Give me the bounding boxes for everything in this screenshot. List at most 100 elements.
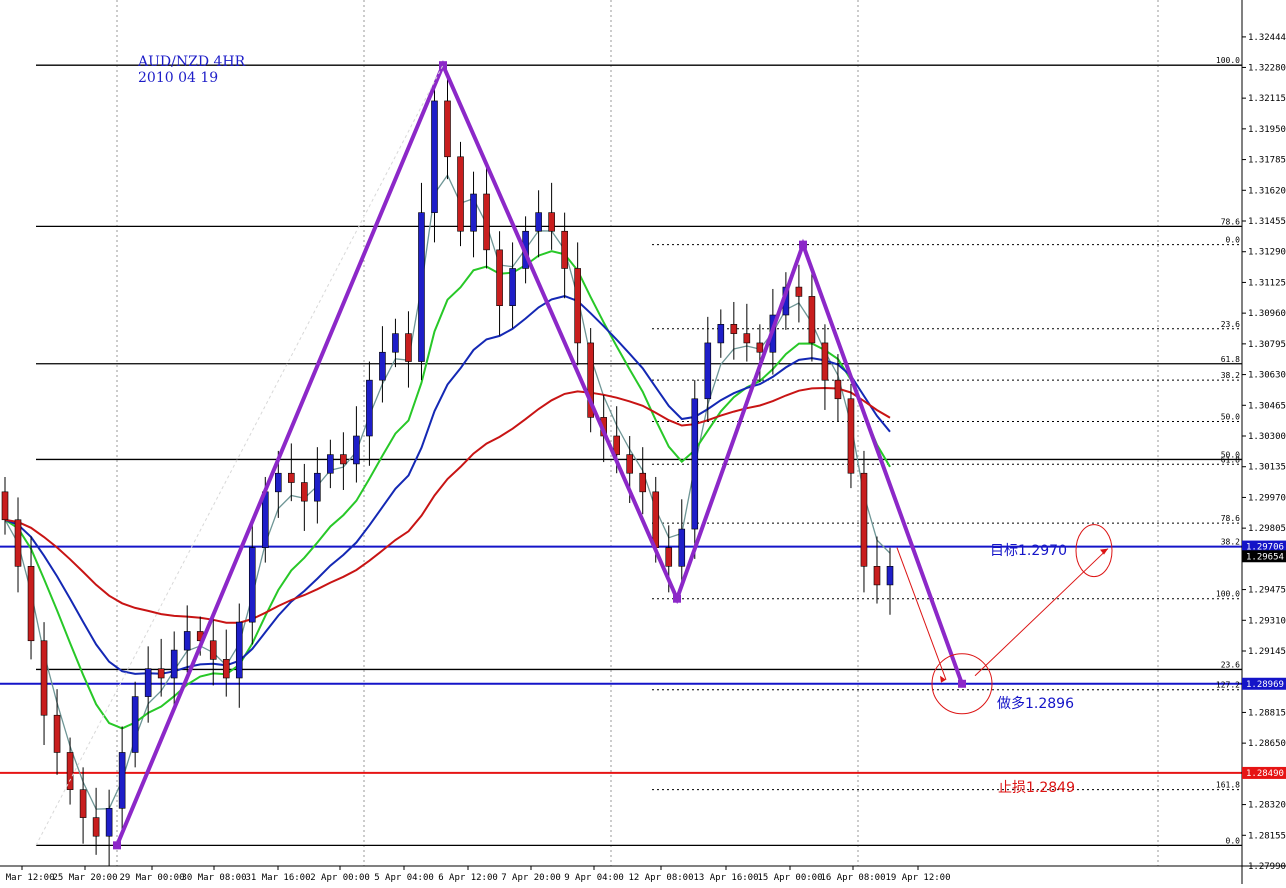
candle-body [470, 193, 477, 232]
fib-level-label: 127.2 [1216, 681, 1240, 690]
candle-body [314, 472, 321, 502]
y-tick-label: 1.29970 [1248, 493, 1286, 503]
y-tick-label: 1.29475 [1248, 586, 1286, 596]
chart-background [0, 0, 1286, 884]
x-tick-label: 15 Apr 00:00 [757, 873, 822, 883]
y-tick-label: 1.32115 [1248, 94, 1286, 104]
fib-level-label: 23.6 [1221, 660, 1240, 669]
x-tick-label: 12 Apr 08:00 [628, 873, 693, 883]
candle-body [392, 333, 399, 353]
y-tick-label: 1.32280 [1248, 63, 1286, 73]
y-tick-label: 1.28320 [1248, 801, 1286, 811]
candle-body [548, 212, 555, 232]
y-tick-label: 1.31950 [1248, 125, 1286, 135]
candle-body [639, 472, 647, 493]
x-tick-label: 29 Mar 00:00 [119, 873, 184, 883]
candle-body [183, 631, 191, 651]
y-tick-label: 1.31620 [1248, 186, 1286, 196]
x-tick-label: 13 Apr 16:00 [693, 873, 758, 883]
fib-level-label: 100.0 [1216, 590, 1240, 599]
y-tick-label: 1.28815 [1248, 708, 1286, 718]
candle-body [405, 333, 412, 362]
candle-body [574, 268, 581, 344]
pattern-vertex [958, 679, 966, 688]
candle-body [730, 324, 738, 334]
candle-body [66, 752, 74, 790]
candle-body [886, 566, 894, 586]
x-tick-label: 9 Apr 04:00 [564, 873, 624, 883]
fib-level-label: 38.2 [1221, 538, 1240, 547]
x-tick-label: 2 Apr 00:00 [310, 873, 370, 883]
y-tick-label: 1.28650 [1248, 739, 1286, 749]
pattern-vertex [799, 240, 807, 249]
candle-body [795, 286, 803, 297]
fib-level-label: 23.6 [1221, 320, 1240, 329]
pattern-vertex [113, 841, 121, 850]
candle-body [379, 351, 386, 381]
y-tick-label: 1.29145 [1248, 647, 1286, 657]
fib-level-label: 0.0 [1226, 836, 1241, 845]
candle-body [535, 212, 542, 232]
candle-body [418, 212, 425, 362]
candle-body [27, 566, 35, 642]
candle-body [53, 714, 61, 753]
candle-body [652, 491, 660, 548]
candle-body [808, 296, 816, 344]
x-tick-label: 5 Apr 04:00 [374, 873, 434, 883]
candle-body [691, 398, 699, 530]
candle-body [665, 547, 673, 567]
candle-body [1, 491, 9, 521]
candle-body [483, 193, 490, 251]
chart-title: AUD/NZD 4HR [137, 54, 246, 70]
candle-body [170, 649, 178, 679]
candle-body [756, 342, 764, 353]
candle-body [678, 528, 686, 567]
fib-level-label: 61.8 [1221, 455, 1240, 464]
y-tick-label: 1.31125 [1248, 278, 1286, 288]
candle-body [834, 379, 842, 400]
candle-body [275, 472, 282, 493]
candle-body [561, 230, 568, 269]
candle-body [118, 752, 126, 809]
candle-body [301, 482, 308, 502]
candle-body [457, 156, 464, 232]
y-tick-label: 1.30795 [1248, 340, 1286, 350]
x-tick-label: 19 Apr 12:00 [885, 873, 950, 883]
fib-level-label: 38.2 [1221, 371, 1240, 380]
candle-body [873, 566, 881, 586]
x-tick-label: 24 Mar 12:00 [0, 873, 55, 883]
y-tick-label: 1.31455 [1248, 217, 1286, 227]
x-tick-label: 30 Mar 08:00 [181, 873, 246, 883]
candle-body [431, 100, 438, 213]
candle-body [105, 807, 113, 837]
candle-body [340, 454, 347, 465]
candle-body [626, 454, 634, 474]
candle-body [496, 249, 503, 306]
chart-subtitle: 2010 04 19 [138, 70, 218, 86]
candle-body [288, 472, 295, 483]
y-tick-label: 1.29310 [1248, 616, 1286, 626]
candle-body [717, 324, 725, 344]
chart-svg: 100.0 78.6 61.8 50.0 38.2 23.6 0.0 0.0 23.6 38.2 5… [0, 0, 1286, 884]
y-tick-label: 1.32444 [1248, 33, 1286, 43]
fib-level-label: 78.6 [1221, 514, 1240, 523]
pattern-vertex [673, 594, 681, 603]
y-tick-label: 1.31785 [1248, 156, 1286, 166]
candle-body [222, 659, 230, 679]
y-tick-label: 1.30960 [1248, 309, 1286, 319]
y-tick-label: 1.27990 [1248, 862, 1286, 872]
candle-body [327, 454, 334, 474]
y-tick-label: 1.30135 [1248, 463, 1286, 473]
fib-level-label: 100.0 [1216, 56, 1240, 65]
stop-note: 止损1.2849 [998, 780, 1075, 796]
candle-body [144, 668, 152, 697]
chart: 100.0 78.6 61.8 50.0 38.2 23.6 0.0 0.0 23.6 38.2 5… [0, 0, 1286, 884]
price-flag-label: 1.28490 [1246, 769, 1284, 779]
x-tick-label: 16 Apr 08:00 [820, 873, 885, 883]
candle-body [209, 640, 217, 660]
price-flag-label: 1.28969 [1246, 680, 1284, 690]
candle-body [79, 789, 87, 818]
candle-body [353, 435, 360, 465]
fib-level-label: 50.0 [1221, 412, 1240, 421]
candle-body [509, 268, 516, 306]
